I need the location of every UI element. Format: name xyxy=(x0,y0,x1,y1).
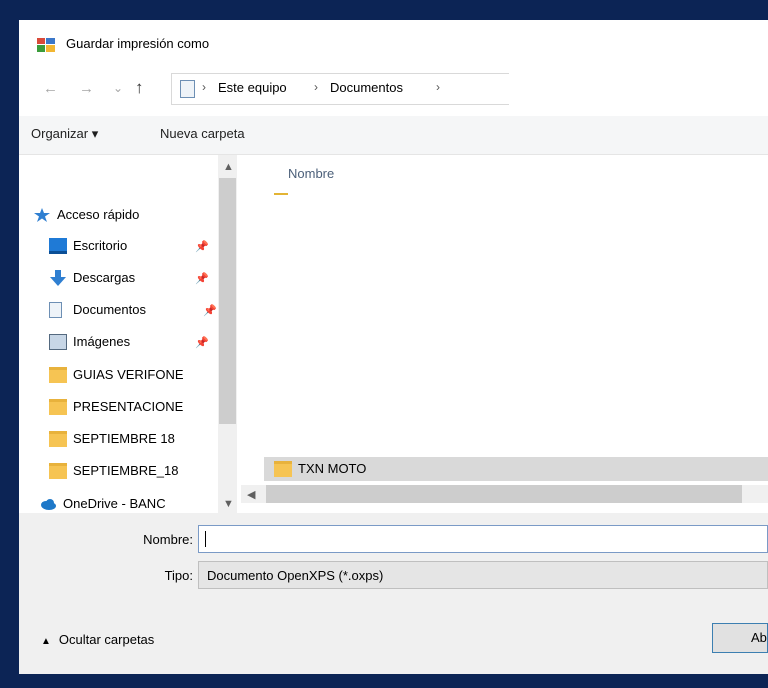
pictures-icon xyxy=(49,334,67,350)
file-type-select[interactable]: Documento OpenXPS (*.oxps) xyxy=(198,561,768,589)
chevron-right-icon[interactable]: › xyxy=(436,80,440,94)
back-arrow-icon[interactable]: ← xyxy=(43,80,58,97)
sidebar-item-label: SEPTIEMBRE 18 xyxy=(73,431,175,446)
cloud-icon xyxy=(41,499,56,510)
chevron-right-icon: › xyxy=(314,80,318,94)
document-icon xyxy=(49,302,62,318)
document-icon xyxy=(180,80,195,98)
breadcrumb-este-equipo[interactable]: Este equipo xyxy=(218,80,287,95)
pin-icon: 📌 xyxy=(195,241,209,253)
navigation-pane: Acceso rápido Escritorio 📌 Descargas 📌 D… xyxy=(19,155,237,513)
horizontal-scrollbar-thumb[interactable] xyxy=(266,485,742,503)
window-title: Guardar impresión como xyxy=(66,36,210,51)
file-type-value: Documento OpenXPS (*.oxps) xyxy=(207,568,384,583)
file-name-input[interactable] xyxy=(198,525,768,553)
organize-button[interactable]: Organizar ▾ xyxy=(31,126,98,142)
sidebar-item-guias-verifone[interactable]: GUIAS VERIFONE xyxy=(49,364,219,388)
pin-icon: 📌 xyxy=(195,337,209,349)
hide-folders-label: Ocultar carpetas xyxy=(58,632,155,647)
folder-icon xyxy=(274,461,292,477)
download-arrow-icon xyxy=(50,270,66,286)
sidebar-item-label: GUIAS VERIFONE xyxy=(73,367,184,382)
text-caret xyxy=(205,531,206,547)
scroll-down-icon[interactable]: ▼ xyxy=(223,498,234,510)
sidebar-item-label: PRESENTACIONE xyxy=(73,399,184,414)
sidebar-scrollbar-thumb[interactable] xyxy=(219,178,236,424)
recent-locations-icon[interactable]: ⌄ xyxy=(113,81,123,95)
sidebar-item-label: Escritorio xyxy=(73,238,128,253)
chevron-up-icon: ▲ xyxy=(41,636,51,647)
folder-icon xyxy=(49,399,67,415)
star-icon xyxy=(34,208,50,222)
save-dialog: Guardar impresión como ← → ⌄ ↑ › Este eq… xyxy=(19,20,768,674)
title-bar: Guardar impresión como xyxy=(19,20,508,68)
list-item-label: TXN MOTO xyxy=(298,461,367,476)
save-button[interactable]: Abrir xyxy=(712,623,768,653)
app-icon xyxy=(37,38,55,52)
folder-icon xyxy=(49,367,67,383)
breadcrumb-documentos[interactable]: Documentos xyxy=(330,80,403,95)
forward-arrow-icon[interactable]: → xyxy=(79,80,94,97)
up-arrow-icon[interactable]: ↑ xyxy=(135,78,144,98)
name-label: Nombre: xyxy=(143,532,193,547)
sort-indicator xyxy=(274,193,288,195)
sidebar-item-label: SEPTIEMBRE_18 xyxy=(73,463,179,478)
folder-icon xyxy=(49,463,67,479)
command-bar: Organizar ▾ Nueva carpeta xyxy=(19,116,768,155)
scroll-up-icon[interactable]: ▲ xyxy=(223,161,234,173)
sidebar-item-label: OneDrive - BANC xyxy=(63,496,166,511)
sidebar-item-label: Documentos xyxy=(73,302,146,317)
sidebar-item-label: Descargas xyxy=(73,270,136,285)
pin-icon: 📌 xyxy=(203,305,217,317)
new-folder-button[interactable]: Nueva carpeta xyxy=(160,126,245,141)
type-label: Tipo: xyxy=(164,568,193,583)
sidebar-item-presentaciones[interactable]: PRESENTACIONE xyxy=(49,396,219,420)
pin-icon: 📌 xyxy=(195,273,209,285)
chevron-right-icon: › xyxy=(202,80,206,94)
sidebar-item-label: Acceso rápido xyxy=(57,207,140,222)
desktop-icon xyxy=(49,238,67,254)
hide-folders-button[interactable]: ▲ Ocultar carpetas xyxy=(41,632,154,647)
address-bar[interactable]: › Este equipo › Documentos › xyxy=(171,73,509,105)
scroll-left-icon[interactable]: ◀ xyxy=(247,488,255,501)
folder-icon xyxy=(49,431,67,447)
sidebar-item-label: Imágenes xyxy=(73,334,131,349)
column-header-nombre[interactable]: Nombre xyxy=(288,166,334,181)
